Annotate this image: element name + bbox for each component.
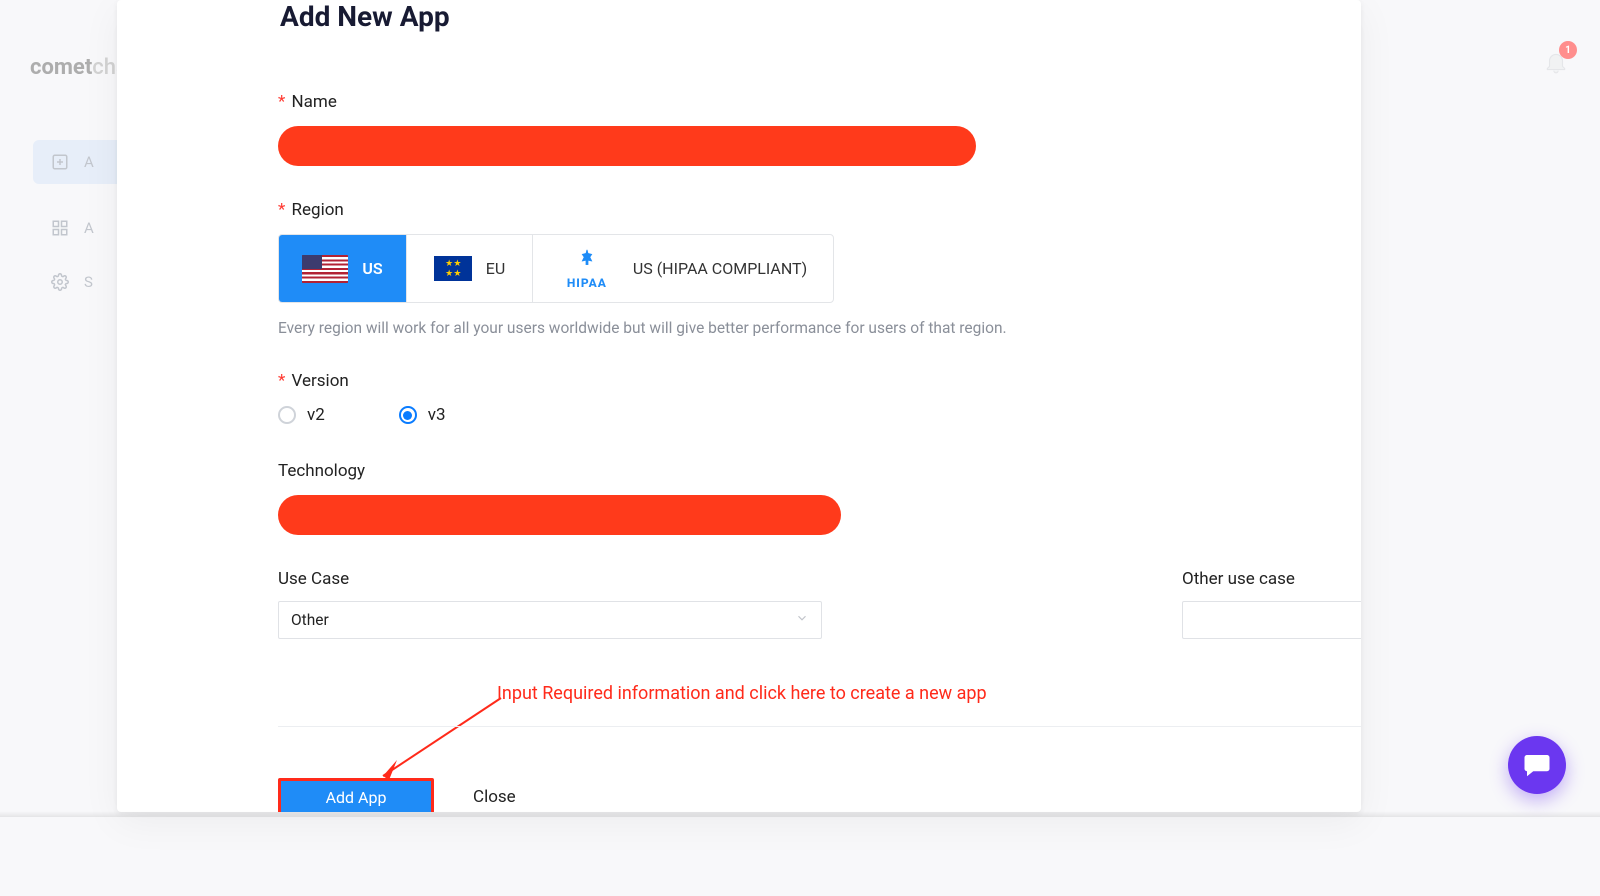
shadow-decor — [0, 811, 1600, 817]
region-option-label: US — [362, 259, 382, 278]
region-option-label: EU — [486, 259, 505, 278]
radio-icon — [399, 406, 417, 424]
region-option-us[interactable]: US — [279, 235, 407, 302]
technology-input[interactable] — [278, 495, 841, 535]
usecase-value: Other — [291, 611, 329, 629]
technology-label: Technology — [278, 461, 1361, 481]
add-app-modal: Add New App Name Region US ★ ★★ ★ EU HIP… — [117, 0, 1361, 812]
usecase-label: Use Case — [278, 569, 822, 589]
chevron-down-icon — [795, 611, 809, 629]
region-group: US ★ ★★ ★ EU HIPAA US (HIPAA COMPLIANT) — [278, 234, 834, 303]
chat-fab[interactable] — [1508, 736, 1566, 794]
usecase-select[interactable]: Other — [278, 601, 822, 639]
region-option-us-hipaa[interactable]: HIPAA US (HIPAA COMPLIANT) — [533, 235, 833, 302]
region-option-label: US (HIPAA COMPLIANT) — [633, 259, 807, 278]
name-label: Name — [278, 92, 1361, 112]
annotation-text: Input Required information and click her… — [497, 683, 987, 704]
region-option-eu[interactable]: ★ ★★ ★ EU — [407, 235, 533, 302]
add-app-button[interactable]: Add App — [278, 778, 434, 812]
chat-icon — [1522, 750, 1552, 780]
version-option-label: v2 — [307, 405, 325, 425]
modal-footer: Add App Close — [278, 778, 520, 812]
radio-icon — [278, 406, 296, 424]
version-option-label: v3 — [428, 405, 446, 425]
other-usecase-input[interactable] — [1182, 601, 1361, 639]
annotation-arrow-icon — [369, 694, 509, 788]
name-input[interactable] — [278, 126, 976, 166]
region-help-text: Every region will work for all your user… — [278, 319, 1361, 337]
hipaa-icon: HIPAA — [559, 248, 615, 290]
other-usecase-label: Other use case — [1182, 569, 1361, 589]
version-option-v2[interactable]: v2 — [278, 405, 325, 425]
version-option-v3[interactable]: v3 — [399, 405, 446, 425]
region-label: Region — [278, 200, 1361, 220]
flag-us-icon — [302, 255, 348, 283]
flag-eu-icon: ★ ★★ ★ — [434, 256, 472, 281]
version-group: v2 v3 — [278, 405, 1361, 425]
modal-title: Add New App — [280, 0, 450, 33]
version-label: Version — [278, 371, 1361, 391]
divider — [278, 726, 1361, 727]
close-button[interactable]: Close — [469, 781, 520, 812]
